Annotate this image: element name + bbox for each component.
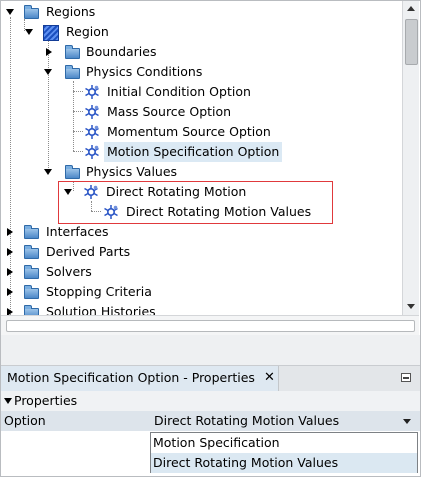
region-icon (43, 25, 59, 41)
tree-item-mass-source-option[interactable]: Mass Source Option (1, 102, 401, 122)
option-dropdown[interactable]: Direct Rotating Motion Values (151, 412, 419, 430)
tree-item-label: Regions (46, 4, 96, 19)
tree-item-motion-specification-option[interactable]: Motion Specification Option (1, 142, 401, 162)
tree-item-momentum-source-option[interactable]: Momentum Source Option (1, 122, 401, 142)
folder-icon (65, 65, 80, 79)
section-label: Properties (14, 393, 78, 408)
tree-horizontal-scrollbar[interactable] (1, 315, 419, 335)
tree-item-label: Solution Histories (46, 304, 156, 315)
physics-node-icon (85, 105, 99, 119)
panel-gap (1, 335, 420, 365)
dropdown-option[interactable]: Motion Specification (151, 433, 417, 453)
folder-icon (65, 45, 80, 59)
tree-item-regions[interactable]: Regions (1, 2, 401, 22)
tree-item-label: Solvers (46, 264, 92, 279)
dropdown-value: Direct Rotating Motion Values (154, 413, 340, 428)
expand-toggle-icon[interactable] (44, 169, 52, 175)
tab-title: Motion Specification Option - Properties (7, 370, 255, 385)
folder-icon (65, 165, 80, 179)
tree-item-label: Region (66, 24, 109, 39)
properties-tab-bar: Motion Specification Option - Properties… (1, 365, 420, 391)
scrollbar-thumb[interactable] (405, 19, 418, 65)
physics-node-icon (85, 145, 99, 159)
tab-properties[interactable]: Motion Specification Option - Properties… (1, 366, 279, 391)
tree-item-physics-conditions[interactable]: Physics Conditions (1, 62, 401, 82)
expand-toggle-icon[interactable] (7, 288, 13, 296)
expand-toggle-icon[interactable] (44, 69, 52, 75)
physics-node-icon (85, 85, 99, 99)
folder-icon (24, 225, 39, 239)
chevron-down-icon[interactable] (403, 419, 411, 424)
tree-item-initial-condition-option[interactable]: Initial Condition Option (1, 82, 401, 102)
tree-item-label: Derived Parts (46, 244, 131, 259)
scroll-down-button[interactable] (403, 298, 419, 314)
tree-item-boundaries[interactable]: Boundaries (1, 42, 401, 62)
folder-icon (24, 265, 39, 279)
arrow-down-icon (407, 304, 415, 309)
tree-item-label: Physics Values (86, 164, 178, 179)
tree-item-solvers[interactable]: Solvers (1, 262, 401, 282)
tree-item-label: Stopping Criteria (46, 284, 152, 299)
scroll-up-button[interactable] (403, 1, 419, 17)
tree-item-region[interactable]: Region (1, 22, 401, 42)
expand-toggle-icon[interactable] (7, 308, 13, 315)
collapse-toggle-icon[interactable] (4, 398, 12, 404)
tree-item-physics-values[interactable]: Physics Values (1, 162, 401, 182)
expand-toggle-icon[interactable] (46, 48, 52, 56)
physics-node-icon (85, 125, 99, 139)
tree-item-label: Boundaries (86, 44, 157, 59)
arrow-up-icon (407, 6, 415, 11)
folder-icon (24, 245, 39, 259)
property-label: Option (4, 413, 46, 428)
tree-item-label: Motion Specification Option (104, 142, 283, 162)
tree-item-label: Initial Condition Option (107, 84, 251, 99)
tree-item-label: Mass Source Option (107, 104, 232, 119)
tree-item-stopping-criteria[interactable]: Stopping Criteria (1, 282, 401, 302)
tree-item-solution-histories[interactable]: Solution Histories (1, 302, 401, 315)
dropdown-option-selected[interactable]: Direct Rotating Motion Values (151, 453, 417, 473)
folder-icon (24, 5, 39, 19)
expand-toggle-icon[interactable] (7, 248, 13, 256)
expand-toggle-icon[interactable] (7, 228, 13, 236)
minimize-icon[interactable] (401, 373, 411, 382)
tree-item-interfaces[interactable]: Interfaces (1, 222, 401, 242)
scrollbar-track[interactable] (6, 320, 415, 332)
folder-icon (24, 285, 39, 299)
tree-item-label: Interfaces (46, 224, 109, 239)
tree-item-label: Physics Conditions (86, 64, 203, 79)
tree-item-derived-parts[interactable]: Derived Parts (1, 242, 401, 262)
option-dropdown-list: Motion Specification Direct Rotating Mot… (150, 432, 418, 473)
simulation-tree[interactable]: Regions Region Boundaries Physics Condit… (1, 1, 402, 315)
expand-toggle-icon[interactable] (7, 268, 13, 276)
properties-section-header[interactable]: Properties (1, 391, 420, 411)
annotation-highlight-box (58, 181, 333, 224)
expand-toggle-icon[interactable] (6, 9, 14, 15)
property-row-option: Option Direct Rotating Motion Values (1, 411, 420, 431)
folder-icon (24, 305, 39, 315)
close-icon[interactable]: ✕ (264, 366, 275, 390)
expand-toggle-icon[interactable] (25, 29, 33, 35)
tree-vertical-scrollbar[interactable] (402, 1, 419, 315)
tree-item-label: Momentum Source Option (107, 124, 271, 139)
